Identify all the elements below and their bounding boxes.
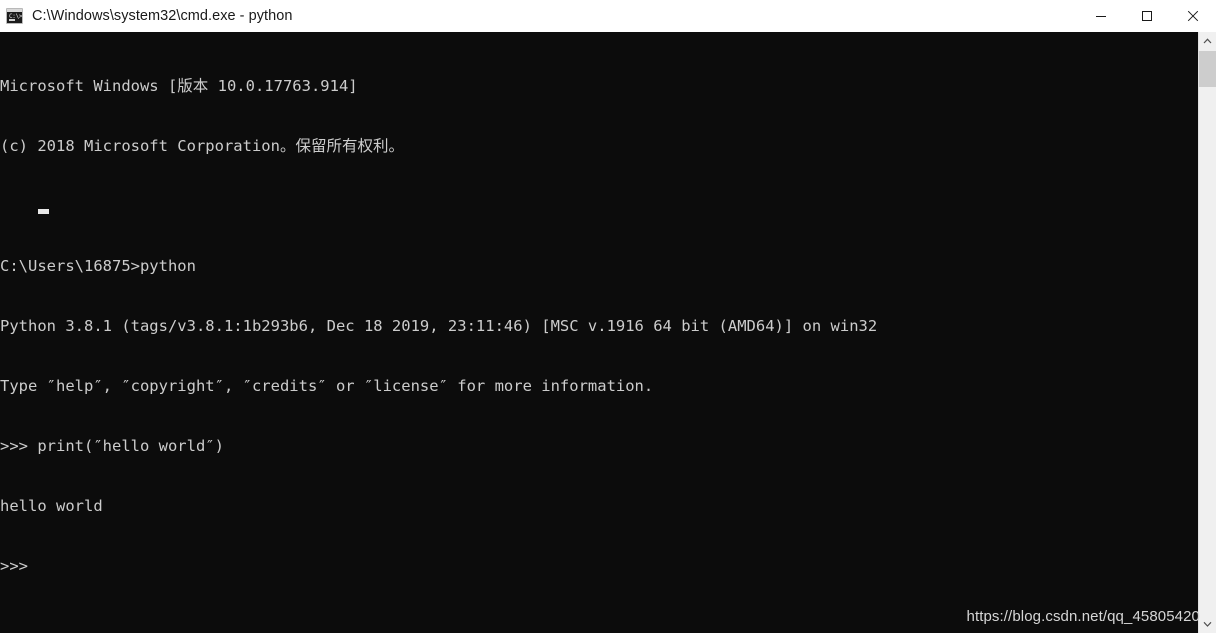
console-line: (c) 2018 Microsoft Corporation。保留所有权利。 (0, 137, 404, 155)
window-title: C:\Windows\system32\cmd.exe - python (32, 8, 293, 24)
console-line: Microsoft Windows [版本 10.0.17763.914] (0, 77, 358, 95)
console-line: >>> print(″hello world″) (0, 437, 224, 455)
title-bar[interactable]: C:\> C:\Windows\system32\cmd.exe - pytho… (0, 0, 1216, 32)
watermark-text: https://blog.csdn.net/qq_45805420 (966, 608, 1200, 625)
console-output-area[interactable]: Microsoft Windows [版本 10.0.17763.914] (c… (0, 32, 1198, 633)
icon-titlebar-strip (7, 9, 22, 12)
console-line: hello world (0, 497, 103, 515)
close-button[interactable] (1170, 0, 1216, 32)
console-line: C:\Users\16875>python (0, 257, 196, 275)
window-controls (1078, 0, 1216, 32)
text-cursor (38, 209, 49, 214)
console-line: Python 3.8.1 (tags/v3.8.1:1b293b6, Dec 1… (0, 317, 878, 335)
icon-cursor-line (9, 19, 15, 21)
cmd-window: C:\> C:\Windows\system32\cmd.exe - pytho… (0, 0, 1216, 633)
minimize-button[interactable] (1078, 0, 1124, 32)
maximize-button[interactable] (1124, 0, 1170, 32)
vertical-scrollbar[interactable] (1198, 32, 1216, 633)
console-line-prompt: >>> (0, 557, 38, 575)
chevron-down-icon[interactable] (1199, 615, 1216, 633)
scrollbar-thumb[interactable] (1199, 51, 1216, 87)
console-text: Microsoft Windows [版本 10.0.17763.914] (c… (0, 36, 1198, 616)
cmd-console-icon: C:\> (6, 8, 23, 24)
chevron-up-icon[interactable] (1199, 32, 1216, 50)
console-line: Type ″help″, ″copyright″, ″credits″ or ″… (0, 377, 654, 395)
